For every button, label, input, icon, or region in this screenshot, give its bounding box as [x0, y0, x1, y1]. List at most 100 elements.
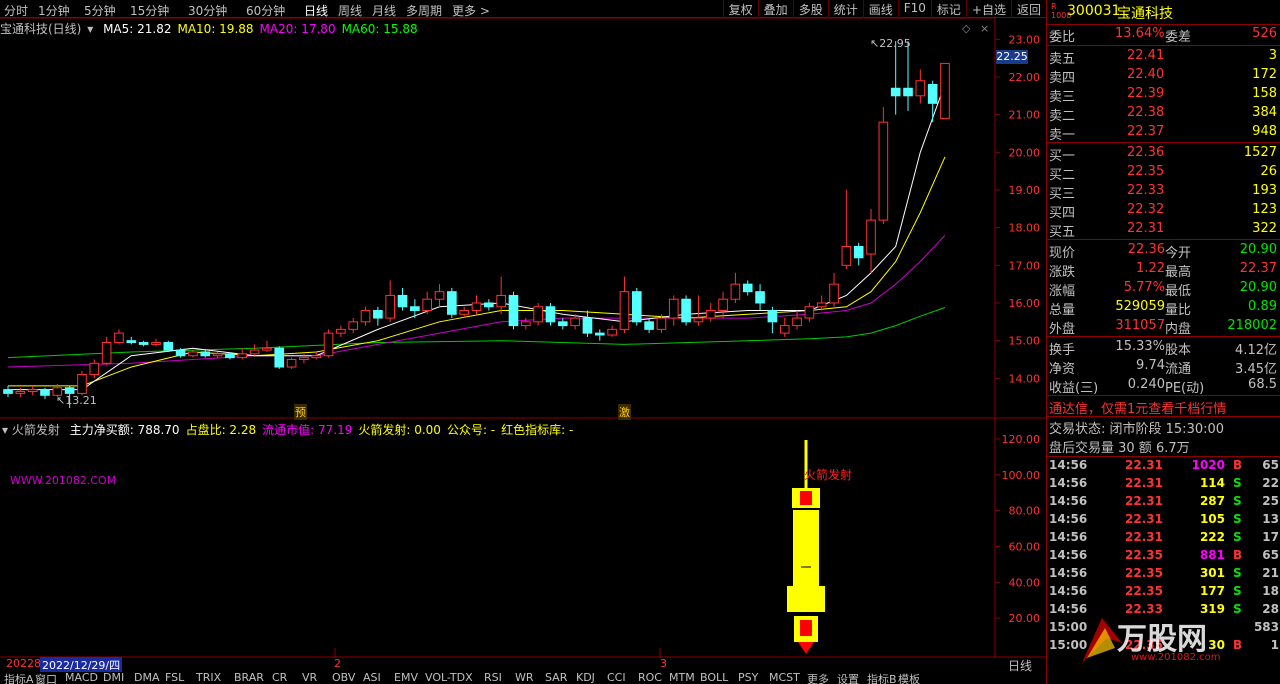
bid-label: 买二	[1049, 168, 1076, 183]
indicator-tab-22[interactable]: PSY	[738, 671, 758, 684]
indicator-tab-21[interactable]: BOLL	[700, 671, 728, 684]
ask-label: 卖四	[1049, 71, 1076, 86]
signal-marker-yu[interactable]: 预	[294, 404, 307, 420]
bid-row: 买五 22.31 322	[1047, 220, 1280, 240]
candle-body	[212, 353, 223, 357]
bid-volume: 1527	[1243, 145, 1277, 160]
indicator-tab-7[interactable]: BRAR	[234, 671, 264, 684]
indicator-tab-25[interactable]: 设置	[837, 671, 859, 684]
tool-button-7[interactable]: +自选	[965, 0, 1011, 18]
period-tab-5[interactable]: 60分钟	[246, 2, 285, 19]
period-tab-6[interactable]: 日线	[304, 2, 328, 19]
period-tab-3[interactable]: 15分钟	[130, 2, 169, 19]
indicator-tab-23[interactable]: MCST	[769, 671, 800, 684]
indicator-tab-9[interactable]: VR	[302, 671, 317, 684]
stat2-label: 换手	[1049, 343, 1076, 358]
stat2-label-2: PE(动)	[1165, 381, 1205, 396]
trade-state: 交易状态: 闭市阶段 15:30:00	[1049, 422, 1225, 437]
candle-body	[792, 317, 802, 327]
indicator-tab-20[interactable]: MTM	[669, 671, 695, 684]
tool-button-5[interactable]: F10	[897, 0, 931, 18]
tick-price: 22.31	[1125, 494, 1163, 508]
tick-count: 65	[1262, 548, 1279, 562]
indicator-tab-26[interactable]: 指标B	[867, 671, 897, 684]
candle-body	[3, 389, 13, 394]
stat2-value-2: 4.12亿	[1235, 343, 1277, 358]
indicator-tab-2[interactable]: MACD	[65, 671, 98, 684]
indicator-tab-1[interactable]: 窗口	[35, 671, 57, 684]
candle-body	[336, 328, 346, 334]
candle-body	[903, 87, 913, 97]
indicator-tab-11[interactable]: ASI	[363, 671, 381, 684]
tool-button-8[interactable]: 返回	[1010, 0, 1046, 18]
indicator-tab-6[interactable]: TRIX	[196, 671, 221, 684]
ad-text[interactable]: 通达信，仅需1元查看千档行情	[1049, 398, 1226, 417]
period-tab-9[interactable]: 多周期	[406, 2, 442, 19]
ad-banner[interactable]: 通达信，仅需1元查看千档行情	[1047, 397, 1280, 417]
period-tab-1[interactable]: 1分钟	[38, 2, 70, 19]
tick-count: 1	[1270, 638, 1279, 652]
ask-volume: 3	[1268, 48, 1277, 63]
period-tab-10[interactable]: 更多 >	[452, 2, 490, 19]
candle-body	[200, 351, 211, 357]
sub-y-tick-label: 60.00	[1009, 540, 1041, 553]
indicator-tab-24[interactable]: 更多	[807, 671, 829, 684]
indicator-tab-17[interactable]: KDJ	[576, 671, 595, 684]
indicator-tab-5[interactable]: FSL	[165, 671, 184, 684]
bid-volume: 26	[1260, 164, 1277, 179]
stock-header: R 1000 300031 宝通科技	[1047, 2, 1280, 22]
stat-value: 22.36	[1127, 242, 1165, 257]
bid-price: 22.32	[1127, 202, 1165, 217]
tool-button-6[interactable]: 标记	[930, 0, 966, 18]
period-tab-4[interactable]: 30分钟	[188, 2, 227, 19]
tool-button-3[interactable]: 统计	[827, 0, 863, 18]
ask-volume: 158	[1252, 86, 1277, 101]
tool-button-2[interactable]: 多股	[792, 0, 828, 18]
stat-row: 涨幅 5.77% 最低 20.90	[1047, 279, 1280, 299]
indicator-tab-16[interactable]: SAR	[545, 671, 567, 684]
diamond-icon[interactable]: ◇	[962, 22, 970, 35]
indicator-tab-14[interactable]: RSI	[484, 671, 502, 684]
indicator-tab-19[interactable]: ROC	[638, 671, 662, 684]
indicator-tab-13[interactable]: VOL-TDX	[425, 671, 473, 684]
tick-count: 17	[1262, 530, 1279, 544]
rocket-flame-inner	[800, 620, 812, 636]
candle-body	[668, 298, 679, 319]
indicator-tab-4[interactable]: DMA	[134, 671, 160, 684]
signal-marker-ji[interactable]: 激	[618, 404, 631, 420]
tool-button-1[interactable]: 叠加	[757, 0, 793, 18]
tick-side: B	[1233, 458, 1243, 472]
tool-button-0[interactable]: 复权	[722, 0, 758, 18]
indicator-tab-12[interactable]: EMV	[394, 671, 418, 684]
period-tab-8[interactable]: 月线	[372, 2, 396, 19]
tick-volume: 177	[1199, 584, 1225, 598]
stat-row: 现价 22.36 今开 20.90	[1047, 241, 1280, 261]
sub-y-tick-label: 80.00	[1009, 505, 1041, 518]
kline-chart[interactable]: 23.00 22.00 21.00 20.00 19.00 18.00 17.00 16.00…	[0, 18, 1046, 658]
candle-body	[619, 291, 630, 330]
tool-button-4[interactable]: 画线	[862, 0, 898, 18]
period-tab-7[interactable]: 周线	[338, 2, 362, 19]
period-tab-2[interactable]: 5分钟	[84, 2, 116, 19]
candle-body	[237, 353, 248, 359]
indicator-tab-27[interactable]: 模板	[898, 671, 920, 684]
candle-body	[151, 342, 161, 345]
date-label-2: 2	[334, 657, 341, 670]
collapse-icon[interactable]: ▾	[87, 22, 93, 36]
y-tick-label: 17.00	[1009, 259, 1041, 272]
indicator-tab-0[interactable]: 指标A	[4, 671, 34, 684]
stat-label: 涨幅	[1049, 284, 1076, 299]
indicator-tab-10[interactable]: OBV	[332, 671, 355, 684]
indicator-tab-18[interactable]: CCI	[607, 671, 626, 684]
candle-body	[582, 317, 593, 334]
y-tick-label: 19.00	[1009, 184, 1041, 197]
close-icon[interactable]: ×	[980, 22, 989, 35]
stat2-label: 净资	[1049, 362, 1076, 377]
indicator-tab-15[interactable]: WR	[515, 671, 534, 684]
rocket-body	[793, 510, 819, 586]
stat2-row: 换手 15.33% 股本 4.12亿	[1047, 338, 1280, 358]
period-tab-0[interactable]: 分时	[4, 2, 28, 19]
indicator-tab-8[interactable]: CR	[272, 671, 287, 684]
indicator-collapse-icon[interactable]: ▾	[2, 423, 8, 437]
indicator-tab-3[interactable]: DMI	[103, 671, 124, 684]
